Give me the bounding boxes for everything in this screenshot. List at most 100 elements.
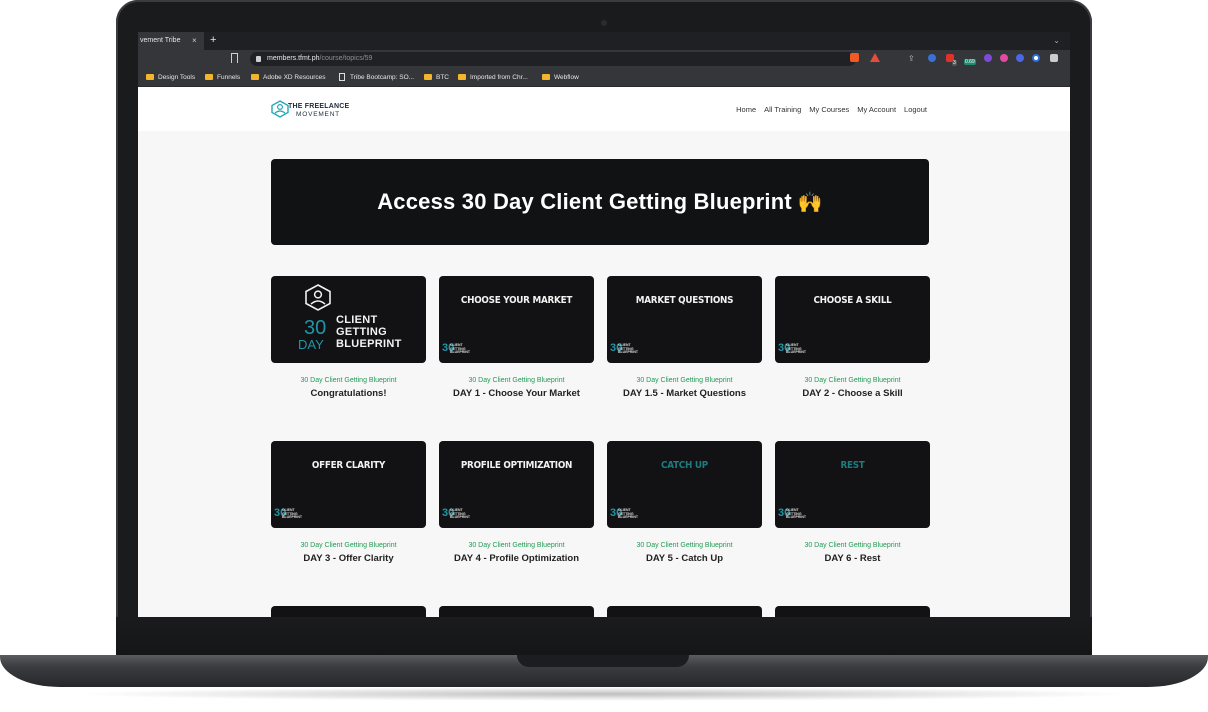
- course-card[interactable]: PROFILE OPTIMIZATION 30 CLIENT GETTING BLU…: [439, 441, 594, 564]
- course-card[interactable]: REST 30 CLIENT GETTING BLUEPRINT 30 Day Cl…: [775, 441, 930, 564]
- folder-icon: [424, 74, 432, 80]
- nav-home[interactable]: Home: [736, 105, 756, 114]
- mini-word: BLUEPRINT: [786, 515, 807, 520]
- tab-close-icon[interactable]: ×: [192, 32, 197, 50]
- card-title[interactable]: DAY 6 - Rest: [775, 553, 930, 564]
- laptop-camera: [601, 20, 607, 26]
- address-bar[interactable]: members.tfmt.ph/course/topics/59 ⇪: [250, 52, 915, 66]
- bookmark-item[interactable]: Design Tools: [146, 68, 195, 87]
- card-course-label[interactable]: 30 Day Client Getting Blueprint: [607, 377, 762, 384]
- hero-banner: Access 30 Day Client Getting Blueprint 🙌: [271, 159, 929, 245]
- bookmark-label: Design Tools: [158, 74, 196, 81]
- bookmark-item[interactable]: Funnels: [205, 68, 240, 87]
- course-thumbnail[interactable]: REST 30 CLIENT GETTING BLUEPRINT: [775, 441, 930, 528]
- raising-hands-emoji: 🙌: [797, 191, 823, 214]
- mini-blueprint-logo: 30 CLIENT GETTING BLUEPRINT: [610, 341, 638, 359]
- mini-word: BLUEPRINT: [450, 515, 471, 520]
- card-title[interactable]: DAY 3 - Offer Clarity: [271, 553, 426, 564]
- bookmark-item[interactable]: BTC: [424, 68, 449, 87]
- nav-my-account[interactable]: My Account: [857, 105, 896, 114]
- page-icon: [339, 73, 345, 81]
- share-icon[interactable]: ⇪: [908, 55, 915, 63]
- url-text[interactable]: members.tfmt.ph/course/topics/59: [267, 52, 372, 66]
- bookmark-icon[interactable]: [231, 53, 238, 63]
- thumbnail-title: REST: [840, 460, 865, 471]
- bookmark-item[interactable]: Imported from Chr...: [458, 68, 528, 87]
- card-course-label[interactable]: 30 Day Client Getting Blueprint: [775, 377, 930, 384]
- bookmark-label: Webflow: [554, 74, 579, 81]
- card-title[interactable]: DAY 1.5 - Market Questions: [607, 388, 762, 399]
- new-tab-button[interactable]: +: [210, 32, 216, 49]
- browser-tab[interactable]: vement Tribe ×: [138, 32, 204, 50]
- extensions-menu-icon[interactable]: [1050, 54, 1058, 62]
- bookmark-label: Tribe Bootcamp: SO...: [350, 74, 415, 81]
- course-card[interactable]: CHOOSE YOUR MARKET 30 CLIENT GETTING BLUEP…: [439, 276, 594, 399]
- course-thumbnail[interactable]: MARKET QUESTIONS 30 CLIENT GETTING BLUEPRI…: [607, 276, 762, 363]
- mini-blueprint-logo: 30 CLIENT GETTING BLUEPRINT: [778, 506, 806, 524]
- hero-title: Access 30 Day Client Getting Blueprint: [377, 189, 792, 214]
- logo-subtext[interactable]: MOVEMENT: [296, 111, 340, 118]
- tab-search-icon[interactable]: ⌄: [1053, 32, 1060, 50]
- brave-rewards-icon[interactable]: [870, 53, 880, 62]
- extension-m-icon[interactable]: [928, 54, 936, 62]
- extension-blue-icon[interactable]: [1016, 54, 1024, 62]
- course-thumbnail[interactable]: CATCH UP 30 CLIENT GETTING BLUEPRINT: [607, 441, 762, 528]
- extension-color-icon[interactable]: [1000, 54, 1008, 62]
- bookmark-item[interactable]: Tribe Bootcamp: SO...: [338, 68, 414, 87]
- folder-icon: [458, 74, 466, 80]
- nav-all-training[interactable]: All Training: [764, 105, 801, 114]
- course-thumbnail[interactable]: CHOOSE A SKILL 30 CLIENT GETTING BLUEPRINT: [775, 276, 930, 363]
- card-course-label[interactable]: 30 Day Client Getting Blueprint: [439, 542, 594, 549]
- course-thumbnail-partial[interactable]: [775, 606, 930, 617]
- url-path: /course/topics/59: [319, 55, 373, 62]
- extension-ring-icon[interactable]: [1032, 54, 1040, 62]
- course-card[interactable]: CATCH UP 30 CLIENT GETTING BLUEPRINT 30 Da…: [607, 441, 762, 564]
- brave-shields-icon[interactable]: [850, 53, 859, 62]
- nav-logout[interactable]: Logout: [904, 105, 927, 114]
- browser-toolbar: members.tfmt.ph/course/topics/59 ⇪ 3 0.6…: [138, 50, 1070, 68]
- card-course-label[interactable]: 30 Day Client Getting Blueprint: [271, 377, 426, 384]
- course-thumbnail-partial[interactable]: [271, 606, 426, 617]
- card-title[interactable]: DAY 4 - Profile Optimization: [439, 553, 594, 564]
- mini-blueprint-logo: 30 CLIENT GETTING BLUEPRINT: [442, 341, 470, 359]
- mini-blueprint-logo: 30 CLIENT GETTING BLUEPRINT: [610, 506, 638, 524]
- bookmark-item[interactable]: Webflow: [542, 68, 579, 87]
- course-card[interactable]: MARKET QUESTIONS 30 CLIENT GETTING BLUEPRI…: [607, 276, 762, 399]
- course-thumbnail[interactable]: 30 DAY CLIENT GETTING BLUEPRINT: [271, 276, 426, 363]
- laptop-screen: vement Tribe × + ⌄ members.tfmt.ph/cours…: [138, 32, 1070, 617]
- thumbnail-title: MARKET QUESTIONS: [635, 295, 734, 306]
- card-title[interactable]: DAY 1 - Choose Your Market: [439, 388, 594, 399]
- extension-purple-icon[interactable]: [984, 54, 992, 62]
- blueprint-word: CLIENT: [336, 314, 378, 326]
- bookmark-item[interactable]: Adobe XD Resources: [251, 68, 326, 87]
- folder-icon: [542, 74, 550, 80]
- course-card[interactable]: CHOOSE A SKILL 30 CLIENT GETTING BLUEPRINT…: [775, 276, 930, 399]
- course-thumbnail[interactable]: PROFILE OPTIMIZATION 30 CLIENT GETTING BLU…: [439, 441, 594, 528]
- freelance-movement-logo-icon[interactable]: [270, 100, 290, 118]
- folder-icon: [251, 74, 259, 80]
- bookmark-label: Imported from Chr...: [470, 74, 528, 81]
- thumbnail-title: CHOOSE A SKILL: [813, 295, 892, 306]
- card-title[interactable]: Congratulations!: [271, 388, 426, 399]
- logo-text[interactable]: THE FREELANCE: [288, 103, 349, 110]
- card-course-label[interactable]: 30 Day Client Getting Blueprint: [775, 542, 930, 549]
- course-thumbnail-partial[interactable]: [607, 606, 762, 617]
- blueprint-day: DAY: [298, 337, 324, 352]
- blueprint-words: CLIENT GETTING BLUEPRINT: [336, 314, 402, 350]
- course-thumbnail[interactable]: OFFER CLARITY 30 CLIENT GETTING BLUEPRINT: [271, 441, 426, 528]
- mini-word: BLUEPRINT: [786, 350, 807, 355]
- folder-icon: [146, 74, 154, 80]
- card-course-label[interactable]: 30 Day Client Getting Blueprint: [439, 377, 594, 384]
- course-card[interactable]: 30 DAY CLIENT GETTING BLUEPRINT 30 Day C…: [271, 276, 426, 399]
- course-thumbnail-partial[interactable]: [439, 606, 594, 617]
- card-course-label[interactable]: 30 Day Client Getting Blueprint: [607, 542, 762, 549]
- card-title[interactable]: DAY 2 - Choose a Skill: [775, 388, 930, 399]
- course-card[interactable]: OFFER CLARITY 30 CLIENT GETTING BLUEPRINT …: [271, 441, 426, 564]
- course-thumbnail[interactable]: CHOOSE YOUR MARKET 30 CLIENT GETTING BLUEP…: [439, 276, 594, 363]
- bookmark-label: Funnels: [217, 74, 241, 81]
- card-title[interactable]: DAY 5 - Catch Up: [607, 553, 762, 564]
- lock-icon[interactable]: [256, 56, 261, 62]
- bookmarks-bar: Design Tools Funnels Adobe XD Resources …: [138, 68, 1070, 87]
- nav-my-courses[interactable]: My Courses: [809, 105, 849, 114]
- card-course-label[interactable]: 30 Day Client Getting Blueprint: [271, 542, 426, 549]
